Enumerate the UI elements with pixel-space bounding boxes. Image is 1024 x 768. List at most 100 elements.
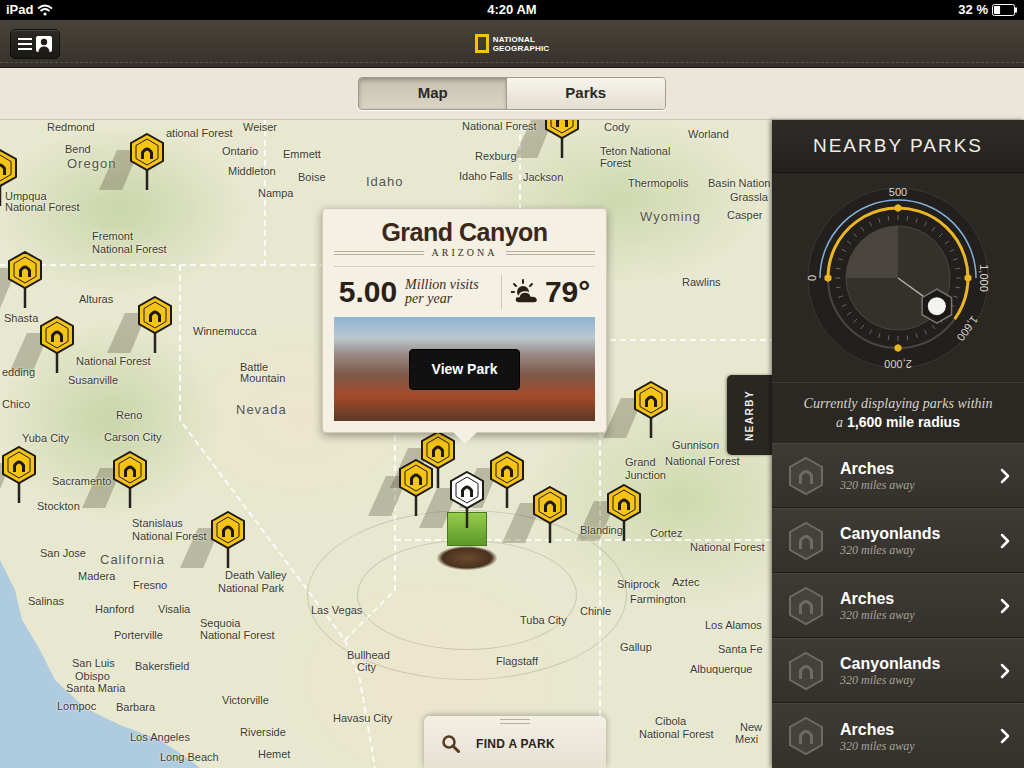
weather-group: 79°: [511, 275, 590, 309]
place-label: San Jose: [40, 547, 86, 560]
map[interactable]: OregonIdahoNevadaCaliforniaWyomingRedmon…: [0, 120, 772, 768]
dial-tick: [953, 295, 958, 297]
dial-tick: [898, 336, 899, 341]
dial-tick-label: 2,000: [884, 358, 912, 370]
place-label: Basin Nation: [708, 177, 770, 190]
dial-knob[interactable]: [922, 289, 951, 323]
chevron-right-icon: [1000, 533, 1010, 549]
range-dial[interactable]: 05001,0002,0001,600: [772, 173, 1024, 383]
dial-tick: [838, 258, 843, 260]
dial-tick: [869, 221, 871, 225]
status-bar: iPad4:20 AM32 %: [0, 0, 1024, 20]
place-label: Salinas: [28, 595, 64, 608]
park-list-item[interactable]: Arches320 miles away: [772, 443, 1024, 508]
place-label: Tuba City: [520, 614, 567, 627]
park-pin[interactable]: [2, 446, 36, 504]
park-name: Arches: [840, 459, 984, 478]
dial-hub: [846, 226, 950, 330]
place-label: Fremont: [92, 230, 133, 243]
park-distance: 320 miles away: [840, 673, 984, 687]
view-tab[interactable]: Map: [359, 78, 507, 109]
battery-percent: 32 %: [958, 0, 988, 20]
status-right: 32 %: [878, 0, 1018, 20]
place-label: National Forest: [5, 201, 80, 214]
place-label: Obispo: [75, 670, 110, 683]
temperature: 79°: [545, 275, 590, 309]
place-label: Flagstaff: [496, 655, 538, 668]
place-label: Bullhead: [347, 649, 390, 662]
place-label: Fresno: [133, 579, 167, 592]
grip-handle: [500, 719, 530, 724]
park-list-item[interactable]: Arches320 miles away: [772, 573, 1024, 638]
dial-knob-cap[interactable]: [928, 297, 946, 315]
park-distance: 320 miles away: [840, 608, 984, 622]
park-list-item[interactable]: Canyonlands320 miles away: [772, 508, 1024, 573]
park-distance: 320 miles away: [840, 543, 984, 557]
dial-tick: [869, 329, 871, 333]
menu-button[interactable]: [10, 29, 60, 59]
park-pin[interactable]: [533, 486, 567, 544]
view-switch: MapParks: [358, 77, 666, 110]
park-arch-icon: [788, 521, 824, 561]
dial-reading: 1,600: [955, 313, 981, 342]
park-pin[interactable]: [8, 251, 42, 309]
park-pin[interactable]: [545, 120, 579, 159]
place-label: edding: [2, 366, 35, 379]
place-label: Susanville: [68, 374, 118, 387]
caption-radius: 1,600 mile radius: [847, 414, 960, 430]
selected-park-pin[interactable]: [450, 471, 484, 529]
place-label: Redmond: [47, 121, 95, 134]
place-label: Las Vegas: [311, 604, 362, 617]
place-label: Hemet: [258, 748, 290, 761]
place-label: National Forest: [92, 243, 167, 256]
divider: [501, 275, 502, 309]
park-pin[interactable]: [0, 149, 17, 207]
park-pin[interactable]: [421, 431, 455, 489]
park-pin[interactable]: [40, 316, 74, 374]
place-label: Los Angeles: [130, 731, 190, 744]
place-label: Jackson: [523, 171, 563, 184]
dial-tick: [842, 304, 846, 306]
park-distance: 320 miles away: [840, 739, 984, 753]
view-tab[interactable]: Parks: [506, 78, 665, 109]
park-pin[interactable]: [211, 511, 245, 569]
dial-track: [828, 208, 968, 348]
nearby-tab[interactable]: NEARBY: [727, 375, 772, 455]
dial-tick: [932, 227, 935, 231]
park-popup: Grand CanyonARIZONA5.00Million visits pe…: [322, 208, 607, 433]
place-label: Carson City: [104, 431, 161, 444]
park-pin[interactable]: [490, 451, 524, 509]
park-pin[interactable]: [399, 459, 433, 517]
header-center: NATIONALGEOGRAPHIC: [80, 34, 944, 53]
place-label: Aztec: [672, 576, 700, 589]
park-pin[interactable]: [607, 484, 641, 542]
view-park-button[interactable]: View Park: [409, 349, 521, 390]
region-label: Idaho: [366, 174, 404, 190]
state-row: ARIZONA: [334, 247, 595, 259]
dial-area: 05001,0002,0001,600: [772, 173, 1024, 383]
status-left: iPad: [6, 0, 146, 20]
dial-tick: [879, 218, 881, 223]
park-stats: 5.00Million visits per year79°: [334, 266, 595, 309]
place-label: Teton National: [600, 145, 670, 158]
park-list-item[interactable]: Arches320 miles away: [772, 703, 1024, 768]
park-pin[interactable]: [634, 381, 668, 439]
place-label: Alturas: [79, 293, 113, 306]
dial-stop: [895, 204, 902, 212]
place-label: Albuquerque: [690, 663, 752, 676]
place-label: Weiser: [243, 121, 277, 134]
park-list-item[interactable]: Canyonlands320 miles away: [772, 638, 1024, 703]
park-pin[interactable]: [138, 296, 172, 354]
logo-line: GEOGRAPHIC: [493, 44, 550, 53]
place-label: Rawlins: [682, 276, 721, 289]
header-left: [10, 29, 80, 59]
find-park-tab[interactable]: FIND A PARK: [424, 716, 606, 768]
place-label: Bakersfield: [135, 660, 189, 673]
dial-outer-arc: [820, 200, 976, 278]
park-pin[interactable]: [130, 133, 164, 191]
dial-tick: [836, 267, 841, 269]
park-pin[interactable]: [113, 451, 147, 509]
park-text: Canyonlands320 miles away: [840, 524, 984, 557]
place-label: Gunnison: [672, 439, 719, 452]
chevron-right-icon: [1000, 598, 1010, 614]
